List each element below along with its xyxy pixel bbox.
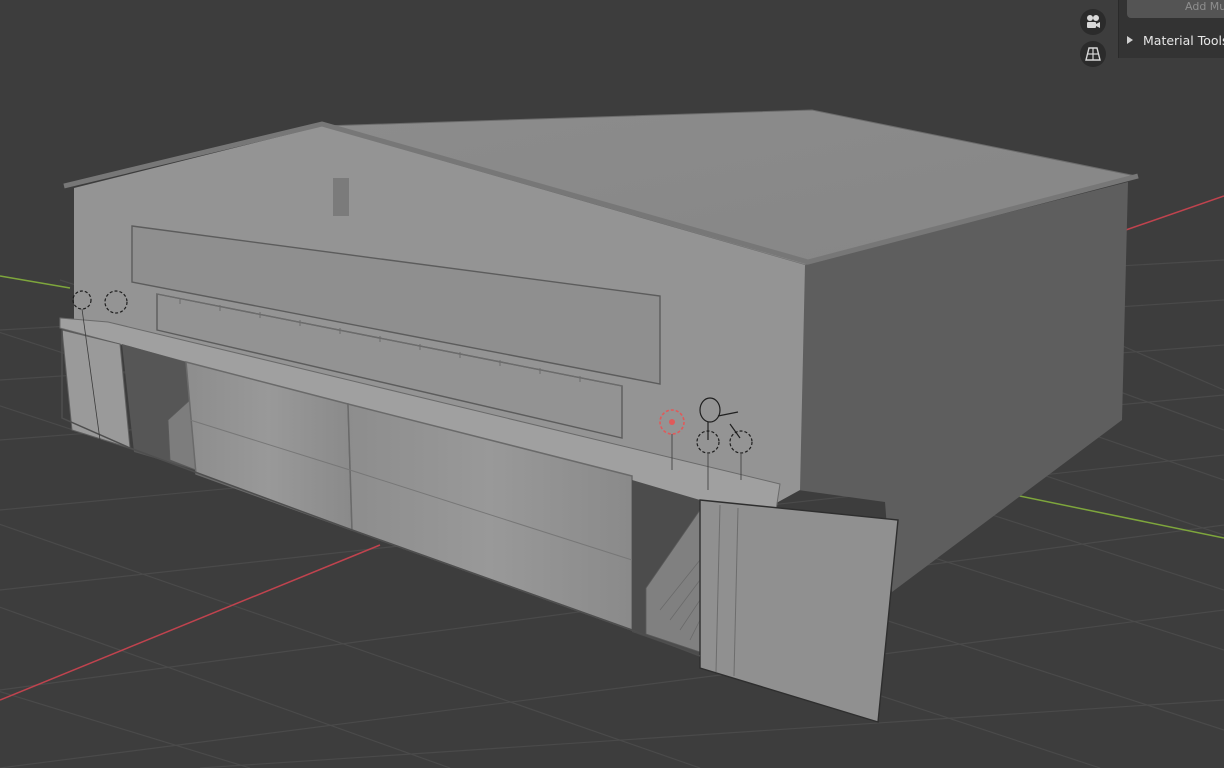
chevron-right-icon [1127, 36, 1133, 44]
sidebar-panel: Add Multi Material Tools [1118, 0, 1224, 58]
material-tools-label: Material Tools [1143, 32, 1224, 48]
x-axis-line [0, 544, 381, 701]
add-multi-button[interactable]: Add Multi [1127, 0, 1224, 18]
y-axis-line [0, 275, 71, 289]
light-center-dot [669, 419, 675, 425]
vent [333, 178, 349, 216]
3d-viewport[interactable] [0, 0, 1224, 768]
hangar-building[interactable] [59, 109, 1139, 723]
left-pillar [61, 329, 131, 449]
x-axis-line-far [1119, 195, 1224, 233]
camera-icon [1087, 15, 1100, 28]
perspective-toggle-button[interactable] [1080, 41, 1106, 67]
y-axis-line-far [999, 491, 1224, 539]
material-tools-header[interactable]: Material Tools [1125, 30, 1224, 50]
right-pillar [699, 499, 899, 723]
camera-view-button[interactable] [1080, 9, 1106, 35]
perspective-grid-icon [1085, 47, 1101, 61]
